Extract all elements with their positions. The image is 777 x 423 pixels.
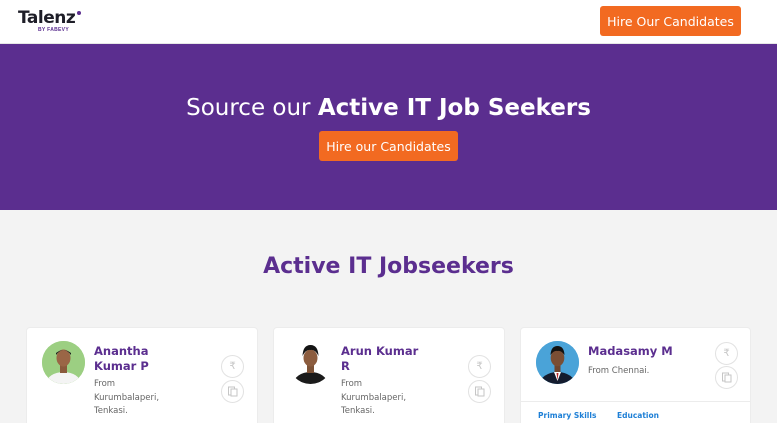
candidate-name-line: Arun Kumar [341,344,419,358]
candidate-name-line: R [341,359,350,373]
logo-wordmark: Talenz [18,8,76,28]
location-line: Tenkasi. [94,406,128,416]
candidate-avatar [289,341,332,384]
card-divider [521,401,750,402]
resume-icon[interactable] [468,380,491,403]
talenz-logo[interactable]: Talenz BY FABEVY [18,8,88,36]
hire-candidates-hero-button[interactable]: Hire our Candidates [319,131,458,161]
candidate-name[interactable]: Arun Kumar R [341,344,421,374]
location-line: Tenkasi. [341,406,375,416]
hero-title-bold: Active IT Job Seekers [317,95,591,121]
candidate-name-line: Madasamy M [588,344,673,358]
hero-title: Source our Active IT Job Seekers [0,94,777,122]
location-line: From [94,379,116,389]
section-title: Active IT Jobseekers [263,254,514,279]
candidate-name[interactable]: Anantha Kumar P [94,344,174,374]
location-line: From [341,379,363,389]
coin-icon[interactable]: ₹ [715,342,738,365]
candidate-card[interactable]: Madasamy M From Chennai. ₹ Primary Skill… [521,328,750,423]
candidate-location: From Kurumbalaperi, Tenkasi. [94,378,184,419]
candidate-card[interactable]: Anantha Kumar P From Kurumbalaperi, Tenk… [27,328,257,423]
tab-education[interactable]: Education [617,411,659,420]
location-line: From Chennai. [588,366,650,376]
candidate-location: From Kurumbalaperi, Tenkasi. [341,378,431,419]
logo-subtext: BY FABEVY [38,27,69,33]
candidate-avatar [42,341,85,384]
candidate-location: From Chennai. [588,365,698,379]
coin-icon[interactable]: ₹ [221,355,244,378]
coin-icon[interactable]: ₹ [468,355,491,378]
candidate-name[interactable]: Madasamy M [588,344,688,359]
top-navbar: Talenz BY FABEVY Hire Our Candidates [0,0,777,44]
hero-title-light: Source our [186,95,318,121]
hire-candidates-header-button[interactable]: Hire Our Candidates [600,6,741,36]
candidate-name-line: Kumar P [94,359,149,373]
hero-banner: Source our Active IT Job Seekers Hire ou… [0,44,777,210]
candidate-card[interactable]: Arun Kumar R From Kurumbalaperi, Tenkasi… [274,328,504,423]
tab-primary-skills[interactable]: Primary Skills [538,411,596,420]
resume-icon[interactable] [715,366,738,389]
logo-dot [77,11,81,15]
location-line: Kurumbalaperi, [94,392,160,403]
location-line: Kurumbalaperi, [341,392,407,403]
candidate-name-line: Anantha [94,344,149,358]
candidate-avatar [536,341,579,384]
resume-icon[interactable] [221,380,244,403]
